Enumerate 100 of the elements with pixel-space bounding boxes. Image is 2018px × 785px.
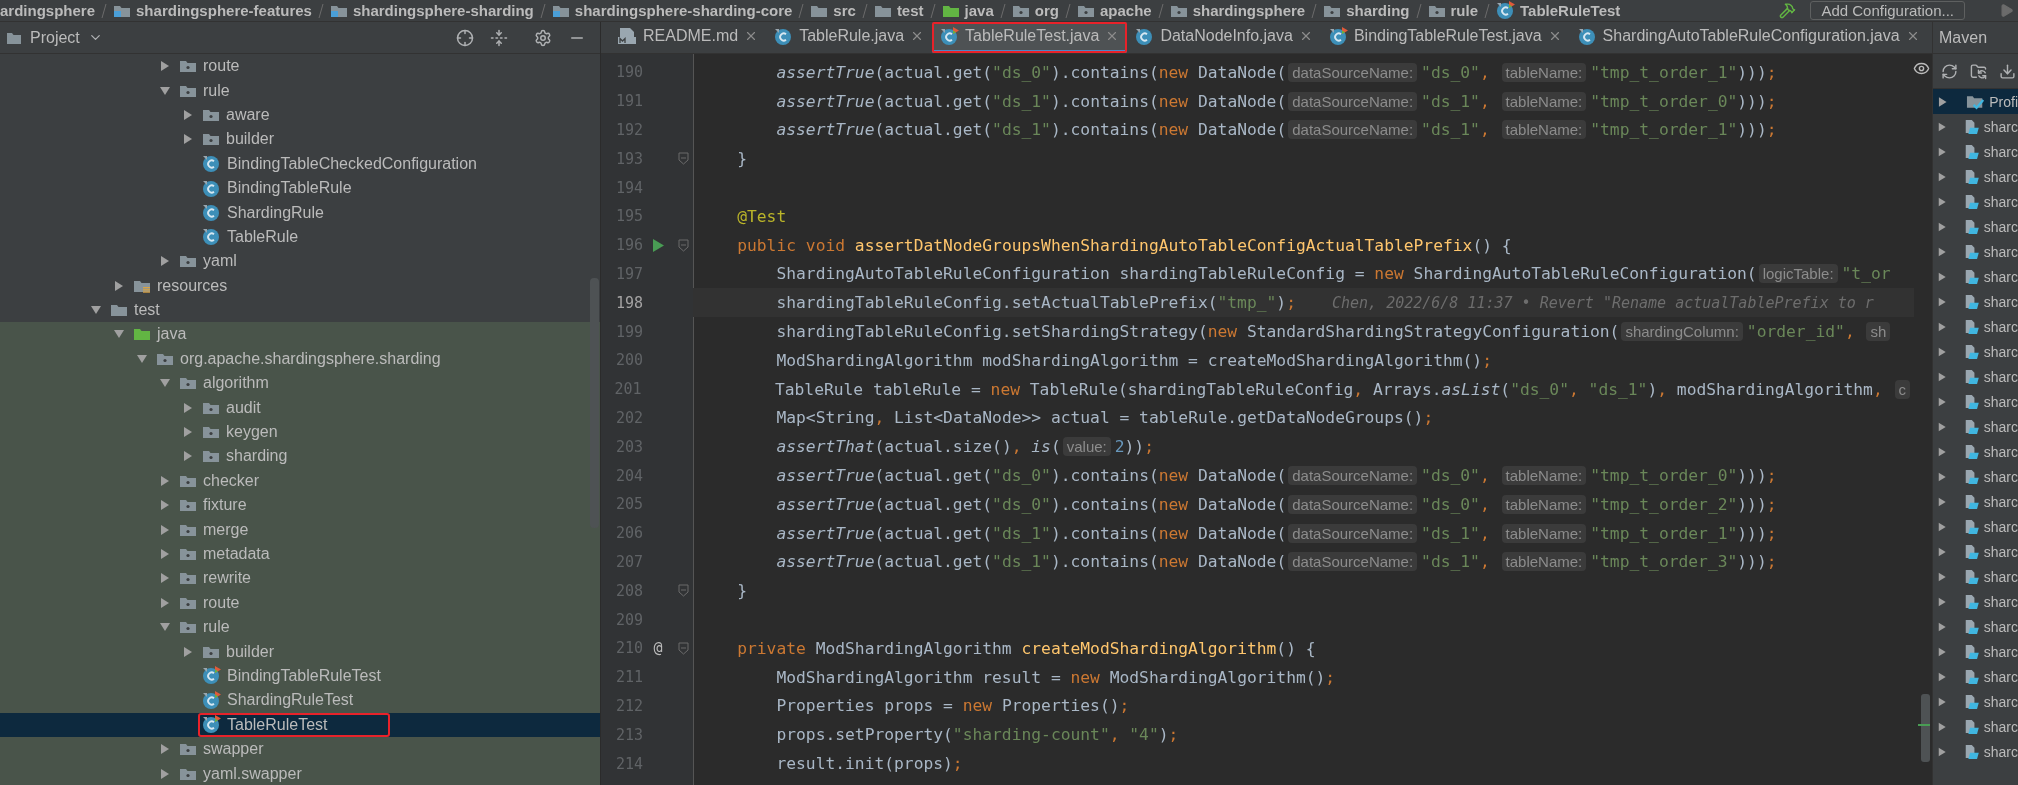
tree-item[interactable]: org.apache.shardingsphere.sharding (0, 346, 600, 372)
expand-arrow-icon[interactable] (1937, 320, 1948, 333)
expand-arrow-icon[interactable] (1937, 120, 1948, 133)
add-configuration-button[interactable]: Add Configuration... (1810, 1, 1965, 20)
breadcrumb-item[interactable]: shardingsphere (1169, 1, 1306, 20)
maven-item[interactable]: sharc (1933, 564, 2018, 589)
maven-item[interactable]: sharc (1933, 164, 2018, 189)
expand-arrow-icon[interactable] (1937, 645, 1948, 658)
tree-item[interactable]: checker (0, 468, 600, 494)
expand-arrow-icon[interactable] (1937, 445, 1948, 458)
expand-arrow-icon[interactable] (159, 572, 171, 585)
breadcrumb-item[interactable]: shardingsphere-features (113, 1, 312, 20)
maven-item[interactable]: sharc (1933, 539, 2018, 564)
expand-arrow-icon[interactable] (159, 596, 171, 609)
expand-arrow-icon[interactable] (1937, 745, 1948, 758)
tree-item[interactable]: rewrite (0, 566, 600, 591)
settings-icon[interactable] (534, 28, 552, 47)
editor-tab[interactable]: README.md (609, 22, 767, 53)
tree-item[interactable]: algorithm (0, 371, 600, 396)
editor-tab[interactable]: DataNodeInfo.java (1127, 22, 1321, 53)
editor-tab[interactable]: TableRule.java (766, 22, 933, 53)
expand-arrow-icon[interactable] (182, 645, 194, 658)
maven-item[interactable]: sharc (1933, 139, 2018, 164)
tree-item[interactable]: sharding (0, 444, 600, 469)
maven-item[interactable]: sharc (1933, 264, 2018, 289)
breadcrumb-item[interactable]: test (873, 1, 924, 20)
expand-arrow-icon[interactable] (159, 255, 171, 268)
maven-item[interactable]: sharc (1933, 489, 2018, 514)
expand-arrow-icon[interactable] (159, 548, 171, 560)
maven-item[interactable]: sharc (1933, 364, 2018, 389)
expand-arrow-icon[interactable] (182, 133, 194, 146)
expand-arrow-icon[interactable] (159, 499, 171, 512)
folder-sync-icon[interactable] (1970, 62, 1987, 80)
breadcrumb-item[interactable]: shardingsphere-sharding (329, 1, 534, 20)
breadcrumb-item[interactable]: shardingsphere-sharding-core (551, 1, 793, 20)
maven-item[interactable]: sharc (1933, 339, 2018, 364)
eye-icon[interactable] (1913, 60, 1930, 77)
tree-item[interactable]: ShardingRuleTest (0, 688, 600, 713)
expand-arrow-icon[interactable] (1937, 620, 1948, 633)
editor-tab[interactable]: TableRuleTest.java (932, 22, 1128, 53)
expand-arrow-icon[interactable] (1937, 345, 1948, 358)
run-icon[interactable] (652, 238, 664, 252)
collapse-arrow-icon[interactable] (159, 84, 171, 97)
maven-item[interactable]: sharc (1933, 289, 2018, 314)
tree-item[interactable]: audit (0, 395, 600, 420)
tree-item[interactable]: keygen (0, 419, 600, 445)
expand-arrow-icon[interactable] (1937, 245, 1948, 258)
expand-arrow-icon[interactable] (1937, 220, 1948, 233)
breadcrumb-item[interactable]: java (941, 1, 994, 20)
expand-arrow-icon[interactable] (1937, 295, 1948, 308)
expand-arrow-icon[interactable] (1937, 95, 1949, 108)
maven-item[interactable]: sharc (1933, 514, 2018, 539)
expand-arrow-icon[interactable] (1937, 170, 1948, 183)
expand-arrow-icon[interactable] (1937, 720, 1948, 733)
tree-item[interactable]: swapper (0, 736, 600, 762)
expand-arrow-icon[interactable] (1937, 395, 1948, 408)
scrollbar-thumb[interactable] (590, 278, 599, 528)
expand-arrow-icon[interactable] (1937, 670, 1948, 683)
expand-arrow-icon[interactable] (159, 743, 171, 756)
breadcrumb-item[interactable]: TableRuleTest (1496, 1, 1621, 20)
maven-item[interactable]: sharc (1933, 614, 2018, 639)
expand-arrow-icon[interactable] (1937, 520, 1948, 533)
crosshair-icon[interactable] (456, 28, 474, 47)
maven-item[interactable]: sharc (1933, 239, 2018, 264)
expand-arrow-icon[interactable] (1937, 270, 1948, 283)
maven-item[interactable]: sharc (1933, 389, 2018, 414)
expand-arrow-icon[interactable] (1937, 370, 1948, 383)
expand-arrow-icon[interactable] (1937, 195, 1948, 208)
tree-item[interactable]: metadata (0, 541, 600, 567)
editor-tab[interactable]: BindingTableRuleTest.java (1320, 22, 1570, 53)
fold-marker-icon[interactable] (677, 152, 689, 166)
breadcrumb-item[interactable]: org (1011, 1, 1059, 20)
expand-arrow-icon[interactable] (182, 108, 194, 121)
breadcrumb-item[interactable]: sharding (1323, 1, 1410, 20)
maven-item[interactable]: sharc (1933, 464, 2018, 489)
download-icon[interactable] (1999, 62, 2016, 80)
maven-item[interactable]: sharc (1933, 439, 2018, 464)
refresh-icon[interactable] (1941, 62, 1958, 80)
maven-item[interactable]: sharc (1933, 414, 2018, 439)
tree-item[interactable]: yaml.swapper (0, 761, 600, 785)
expand-arrow-icon[interactable] (159, 474, 171, 487)
breadcrumb-item[interactable]: apache (1076, 1, 1152, 20)
maven-item[interactable]: Profi (1933, 89, 2018, 114)
tree-item[interactable]: fixture (0, 493, 600, 518)
maven-item[interactable]: sharc (1933, 689, 2018, 714)
maven-item[interactable]: sharc (1933, 714, 2018, 739)
expand-arrow-icon[interactable] (1937, 570, 1948, 583)
maven-item[interactable]: sharc (1933, 639, 2018, 664)
maven-item[interactable]: sharc (1933, 589, 2018, 614)
collapse-all-icon[interactable] (490, 28, 508, 47)
expand-arrow-icon[interactable] (1937, 420, 1948, 433)
expand-arrow-icon[interactable] (1937, 595, 1948, 608)
gutter-mark[interactable]: @ (653, 639, 663, 658)
fold-marker-icon[interactable] (677, 641, 689, 655)
editor-tab[interactable]: ShardingAutoTableRuleConfiguration.java (1569, 22, 1928, 53)
tree-item[interactable]: builder (0, 639, 600, 664)
expand-arrow-icon[interactable] (159, 767, 171, 780)
expand-arrow-icon[interactable] (182, 401, 194, 414)
expand-arrow-icon[interactable] (159, 60, 171, 73)
expand-arrow-icon[interactable] (1937, 145, 1948, 158)
